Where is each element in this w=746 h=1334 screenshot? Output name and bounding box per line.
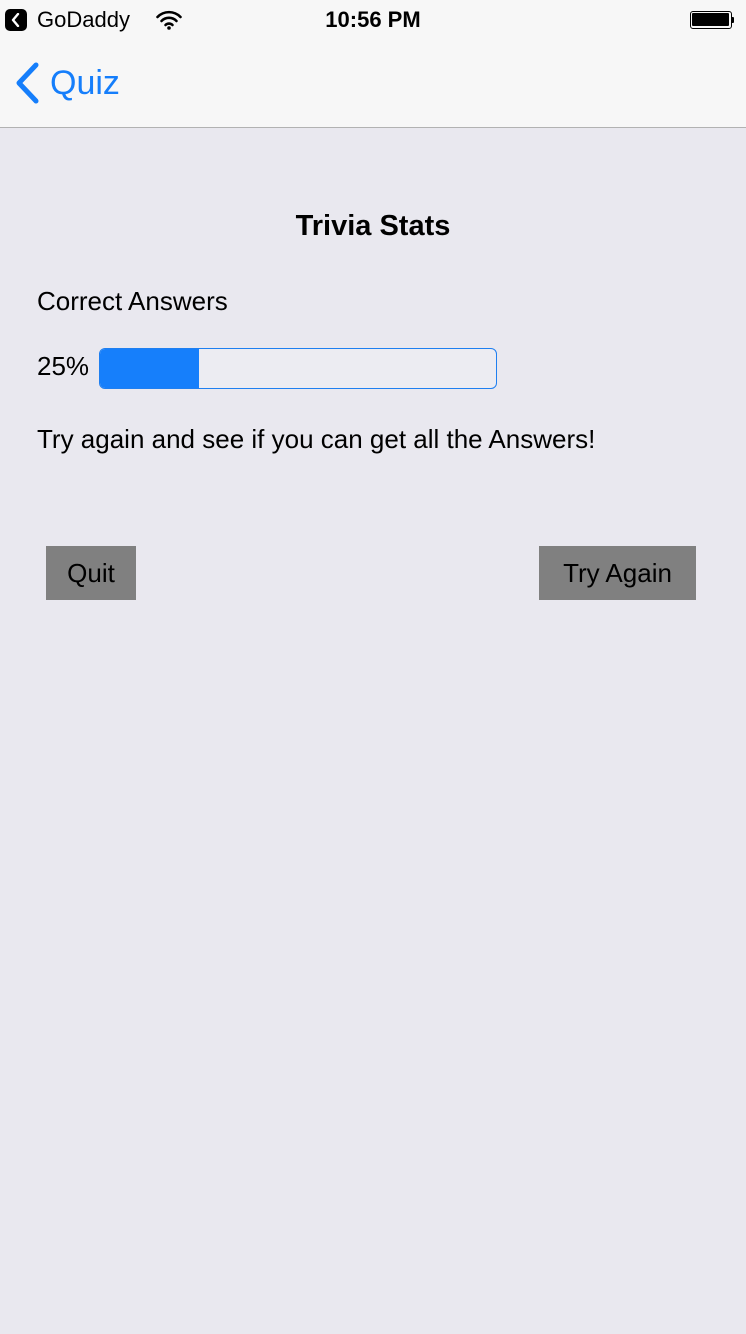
chevron-left-icon — [14, 61, 40, 105]
correct-answers-label: Correct Answers — [37, 286, 228, 316]
back-button[interactable]: Quiz — [14, 60, 120, 106]
progress-bar — [99, 348, 497, 389]
status-bar: GoDaddy 10:56 PM — [0, 0, 746, 40]
navigation-bar: Quiz — [0, 40, 746, 128]
progress-bar-fill — [100, 349, 199, 388]
status-time: 10:56 PM — [325, 7, 421, 32]
try-again-button[interactable]: Try Again — [539, 546, 696, 600]
back-button-label: Quiz — [50, 64, 120, 102]
quit-button[interactable]: Quit — [46, 546, 136, 600]
encouragement-message: Try again and see if you can get all the… — [37, 424, 596, 454]
battery-icon — [690, 11, 734, 29]
page-title: Trivia Stats — [295, 210, 451, 242]
percent-label: 25% — [37, 351, 90, 381]
